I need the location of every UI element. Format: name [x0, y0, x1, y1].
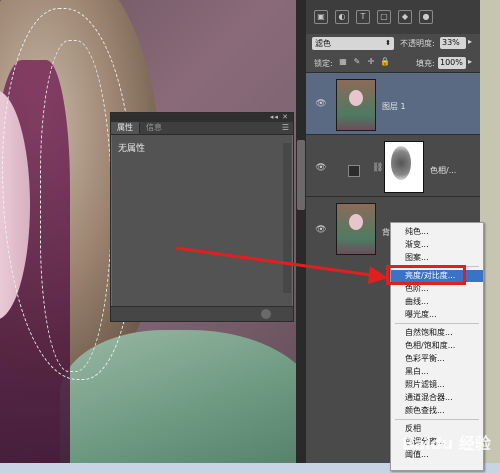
menu-item-photo-filter[interactable]: 照片滤镜... — [391, 379, 483, 391]
photoshop-window: ◂◂ ✕ 属性 信息 ☰ 无属性 ▣ ◐ T ▢ ◆ ● 滤色 ⬍ 不透明度: … — [0, 0, 500, 473]
opacity-dropdown-icon[interactable]: ▸ — [468, 37, 472, 46]
layer-mask-thumbnail[interactable] — [384, 141, 424, 193]
lock-all-icon[interactable]: 🔒 — [380, 57, 390, 67]
menu-item-black-white[interactable]: 黑白... — [391, 366, 483, 378]
lock-transparent-icon[interactable]: ▦ — [338, 57, 348, 67]
no-properties-text: 无属性 — [118, 144, 146, 154]
annotation-highlight-box — [386, 265, 466, 285]
layer-thumb-face — [349, 90, 363, 106]
tab-properties[interactable]: 属性 — [111, 122, 139, 134]
menu-item-gradient[interactable]: 渐变... — [391, 239, 483, 251]
menu-item-solid-color[interactable]: 纯色... — [391, 226, 483, 238]
selection-marquee-inner — [40, 40, 112, 372]
link-icon[interactable]: ⛓ — [372, 163, 383, 173]
layer-name[interactable]: 色相/... — [430, 165, 456, 176]
annotation-arrow — [175, 246, 388, 284]
lock-label: 锁定: — [314, 59, 333, 68]
menu-separator — [395, 419, 479, 420]
blend-mode-value: 滤色 — [315, 39, 331, 48]
blend-row: 滤色 ⬍ 不透明度: 33% ▸ — [306, 34, 480, 54]
opacity-input[interactable]: 33% — [440, 37, 466, 49]
filter-adjust-icon[interactable]: T — [356, 10, 370, 24]
panel-menu-icon[interactable]: ☰ — [282, 123, 289, 132]
eye-icon[interactable]: 👁 — [315, 99, 327, 111]
menu-item-color-lookup[interactable]: 颜色查找... — [391, 405, 483, 417]
layer-row-1[interactable]: 👁 图层 1 — [306, 72, 480, 135]
filter-shape-icon[interactable]: ▢ — [377, 10, 391, 24]
collapse-icon[interactable]: ◂◂ ✕ — [270, 113, 289, 121]
layer-thumbnail — [336, 79, 376, 131]
properties-footer — [111, 306, 293, 321]
menu-item-hue-saturation[interactable]: 色相/饱和度... — [391, 340, 483, 352]
layer-filter-bar: ▣ ◐ T ▢ ◆ ● — [306, 0, 480, 34]
fill-label: 填充: — [416, 59, 435, 68]
menu-item-channel-mixer[interactable]: 通道混合器... — [391, 392, 483, 404]
filter-pixel-icon[interactable]: ◐ — [335, 10, 349, 24]
opacity-label: 不透明度: — [400, 39, 435, 48]
fill-dropdown-icon[interactable]: ▸ — [468, 57, 472, 66]
lock-image-icon[interactable]: ✎ — [352, 57, 362, 67]
blend-mode-select[interactable]: 滤色 ⬍ — [312, 37, 394, 50]
menu-item-vibrance[interactable]: 自然饱和度... — [391, 327, 483, 339]
lock-row: 锁定: ▦ ✎ ✛ 🔒 填充: 100% ▸ — [306, 54, 480, 72]
menu-item-curves[interactable]: 曲线... — [391, 296, 483, 308]
eye-icon[interactable]: 👁 — [315, 225, 327, 237]
filter-toggle-icon[interactable]: ● — [419, 10, 433, 24]
eye-icon[interactable]: 👁 — [315, 163, 327, 175]
watermark: Baidu 经验 — [402, 434, 491, 453]
menu-item-exposure[interactable]: 曝光度... — [391, 309, 483, 321]
adjustment-layer-icon — [348, 165, 360, 177]
layer-name[interactable]: 图层 1 — [382, 101, 406, 112]
menu-item-pattern[interactable]: 图案... — [391, 252, 483, 264]
properties-tabs: 属性 信息 ☰ — [111, 122, 293, 135]
chevron-down-icon: ⬍ — [385, 39, 391, 47]
properties-titlebar[interactable]: ◂◂ ✕ — [111, 113, 293, 122]
properties-panel: ◂◂ ✕ 属性 信息 ☰ 无属性 — [110, 112, 294, 322]
fill-input[interactable]: 100% — [438, 57, 466, 69]
layer-row-2[interactable]: 👁 ⛓ 色相/... — [306, 134, 480, 197]
trash-icon[interactable] — [261, 309, 271, 319]
panel-scrollbar[interactable] — [296, 0, 306, 463]
menu-item-color-balance[interactable]: 色彩平衡... — [391, 353, 483, 365]
menu-separator — [395, 323, 479, 324]
layer-name[interactable]: 背 — [382, 227, 390, 238]
tab-info[interactable]: 信息 — [140, 122, 168, 134]
filter-kind-icon[interactable]: ▣ — [314, 10, 328, 24]
filter-smart-icon[interactable]: ◆ — [398, 10, 412, 24]
layer-thumb-face — [349, 214, 363, 230]
panel-scrollbar-thumb[interactable] — [297, 140, 305, 210]
lock-position-icon[interactable]: ✛ — [366, 57, 376, 67]
mask-silhouette — [391, 146, 411, 180]
